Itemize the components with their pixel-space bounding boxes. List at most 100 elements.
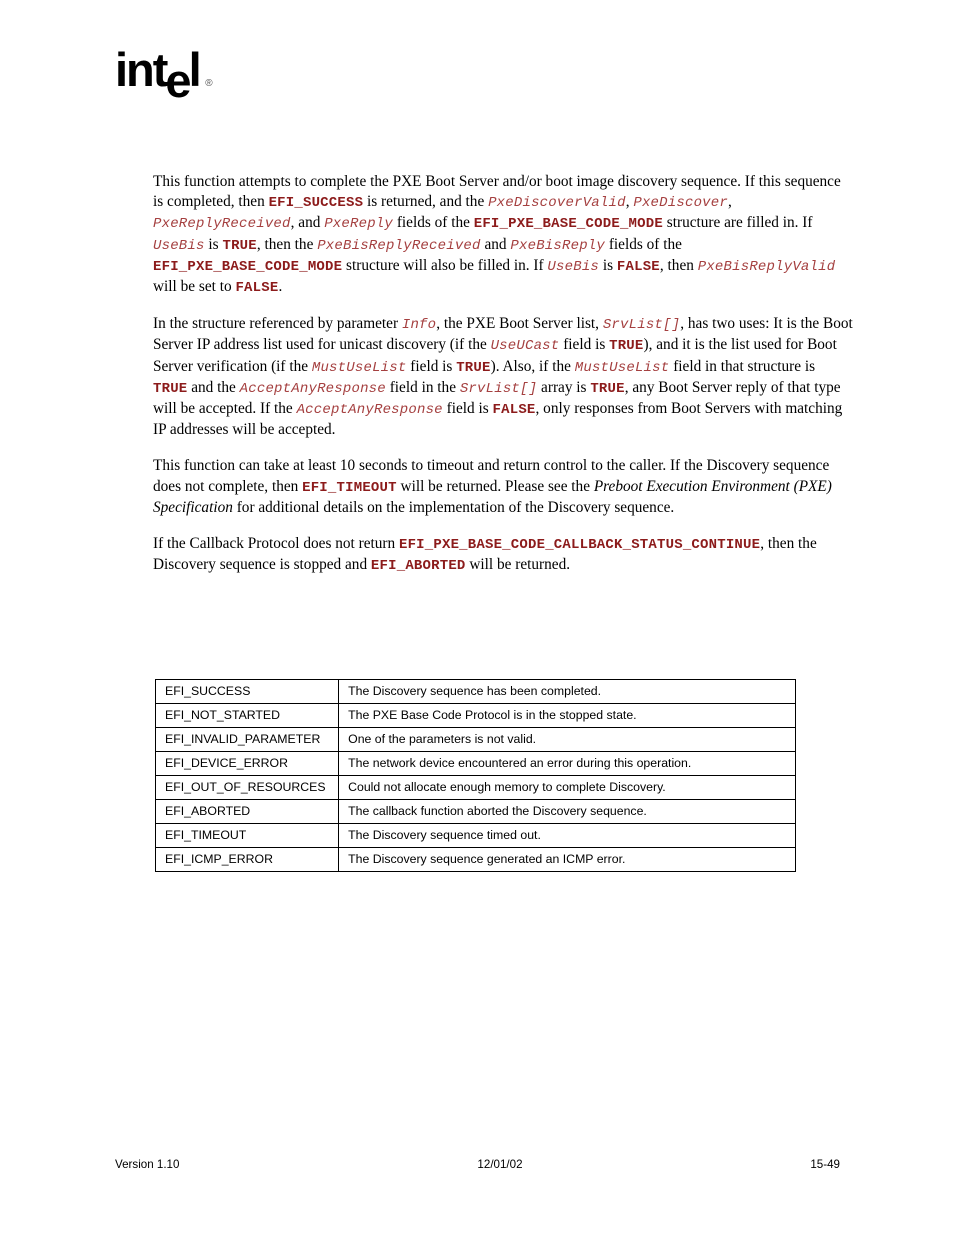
code-efi-timeout: EFI_TIMEOUT	[302, 479, 397, 496]
text-segment: array is	[537, 378, 591, 396]
paragraph-srvlist-uses: In the structure referenced by parameter…	[153, 314, 853, 440]
table-row: EFI_TIMEOUT The Discovery sequence timed …	[154, 823, 796, 848]
text-segment: structure are filled in. If	[662, 214, 813, 232]
text-segment: , then	[659, 256, 698, 274]
page-footer: Version 1.10 12/01/02 15-49	[115, 1158, 840, 1171]
text-segment: and	[480, 235, 511, 253]
text-segment: will be returned.	[465, 556, 571, 574]
code-true-p2c: TRUE	[153, 380, 188, 397]
code-true-p2a: TRUE	[609, 338, 644, 355]
status-codes-table-body: EFI_SUCCESS The Discovery sequence has be…	[154, 679, 796, 872]
code-acceptanyresponse-2: AcceptAnyResponse	[296, 402, 443, 419]
text-segment: will be set to	[153, 278, 236, 296]
code-false: FALSE	[616, 258, 660, 275]
status-code-cell: EFI_DEVICE_ERROR	[154, 751, 340, 776]
code-usebis: UseBis	[153, 237, 205, 254]
paragraph-timeout-behavior: This function can take at least 10 secon…	[153, 456, 853, 518]
code-efi-pxe-base-code-mode: EFI_PXE_BASE_CODE_MODE	[473, 216, 663, 233]
paragraph-discovery-sequence: This function attempts to complete the P…	[153, 172, 853, 298]
code-pxereplyreceived: PxeReplyReceived	[153, 216, 291, 233]
table-row: EFI_INVALID_PARAMETER One of the paramete…	[154, 727, 796, 752]
code-srvlist: SrvList[]	[602, 317, 681, 334]
status-description-cell: The Discovery sequence timed out.	[338, 823, 796, 848]
code-efi-pxe-base-code-mode-2: EFI_PXE_BASE_CODE_MODE	[153, 258, 343, 275]
text-segment: for additional details on the implementa…	[232, 498, 675, 516]
code-pxediscovervalid: PxeDiscoverValid	[488, 195, 626, 212]
status-description-cell: Could not allocate enough memory to comp…	[338, 775, 796, 800]
text-segment: field in that structure is	[669, 357, 816, 375]
code-pxediscover: PxeDiscover	[633, 195, 728, 212]
status-code-cell: EFI_NOT_STARTED	[154, 703, 340, 728]
code-false-2: FALSE	[235, 280, 279, 297]
text-segment: field is	[559, 336, 610, 354]
code-info: Info	[401, 317, 437, 334]
text-segment: and the	[187, 378, 240, 396]
code-mustuselist-2: MustUseList	[574, 359, 670, 376]
status-codes-table: EFI_SUCCESS The Discovery sequence has be…	[154, 679, 796, 872]
status-code-cell: EFI_TIMEOUT	[154, 823, 340, 848]
code-true-p2b: TRUE	[456, 359, 491, 376]
code-useucast: UseUCast	[490, 338, 560, 355]
text-segment: .	[278, 278, 283, 296]
text-segment: fields of the	[605, 235, 682, 253]
text-segment: field is	[406, 357, 457, 375]
text-segment: field in the	[385, 378, 460, 396]
code-efi-pxe-base-code-callback-status-continue: EFI_PXE_BASE_CODE_CALLBACK_STATUS_CONTIN…	[398, 537, 761, 554]
status-code-cell: EFI_ICMP_ERROR	[154, 847, 340, 872]
code-false-p2: FALSE	[492, 402, 536, 419]
status-description-cell: One of the parameters is not valid.	[338, 727, 796, 752]
document-body: This function attempts to complete the P…	[153, 172, 853, 576]
logo-text-int: int	[115, 43, 168, 96]
status-description-cell: The Discovery sequence has been complete…	[338, 679, 796, 704]
code-true: TRUE	[222, 237, 257, 254]
code-srvlist-2: SrvList[]	[459, 380, 538, 397]
text-segment: structure will also be filled in. If	[342, 256, 548, 274]
status-code-cell: EFI_OUT_OF_RESOURCES	[154, 775, 340, 800]
code-pxereply: PxeReply	[324, 216, 393, 233]
text-segment: will be returned. Please see the	[396, 477, 594, 495]
code-usebis-2: UseBis	[547, 258, 600, 275]
logo-text-e: e	[165, 54, 191, 107]
text-segment: is returned, and the	[363, 193, 489, 211]
text-segment: field is	[442, 400, 493, 418]
table-row: EFI_SUCCESS The Discovery sequence has be…	[154, 679, 796, 704]
status-code-cell: EFI_INVALID_PARAMETER	[154, 727, 340, 752]
text-segment: , then the	[256, 235, 318, 253]
status-code-cell: EFI_ABORTED	[154, 799, 340, 824]
footer-page-number: 15-49	[810, 1158, 840, 1171]
code-efi-aborted: EFI_ABORTED	[370, 558, 466, 575]
text-segment: , the PXE Boot Server list,	[436, 315, 603, 333]
table-row: EFI_NOT_STARTED The PXE Base Code Protoco…	[154, 703, 796, 728]
text-segment: is	[204, 235, 223, 253]
code-true-p2d: TRUE	[590, 380, 625, 397]
status-description-cell: The Discovery sequence generated an ICMP…	[338, 847, 796, 872]
code-pxebisreply: PxeBisReply	[510, 237, 606, 254]
intel-logo: intel ®	[115, 43, 213, 104]
table-row: EFI_DEVICE_ERROR The network device encou…	[154, 751, 796, 776]
code-pxebisreplyvalid: PxeBisReplyValid	[697, 258, 836, 275]
status-description-cell: The PXE Base Code Protocol is in the sto…	[338, 703, 796, 728]
code-efi-success: EFI_SUCCESS	[268, 195, 364, 212]
registered-trademark-icon: ®	[205, 78, 213, 89]
code-acceptanyresponse: AcceptAnyResponse	[239, 380, 386, 397]
text-segment: ,	[727, 193, 732, 211]
page-header: intel ®	[115, 46, 875, 116]
text-segment: , and	[290, 214, 325, 232]
table-row: EFI_OUT_OF_RESOURCES Could not allocate e…	[154, 775, 796, 800]
footer-version: Version 1.10	[115, 1158, 180, 1171]
text-segment: fields of the	[393, 214, 474, 232]
text-segment: In the structure referenced by parameter	[153, 315, 402, 333]
table-row: EFI_ABORTED The callback function aborted…	[154, 799, 796, 824]
logo-text-l: l	[188, 43, 202, 96]
text-segment: is	[599, 256, 617, 274]
status-code-cell: EFI_SUCCESS	[154, 679, 340, 704]
text-segment: ). Also, if the	[490, 357, 575, 375]
footer-date: 12/01/02	[477, 1158, 523, 1171]
code-pxebisreplyreceived: PxeBisReplyReceived	[317, 237, 481, 254]
paragraph-callback-abort: If the Callback Protocol does not return…	[153, 534, 853, 576]
text-segment: If the Callback Protocol does not return	[153, 535, 399, 553]
table-row: EFI_ICMP_ERROR The Discovery sequence gen…	[154, 847, 796, 872]
code-mustuselist: MustUseList	[311, 359, 407, 376]
status-description-cell: The callback function aborted the Discov…	[338, 799, 796, 824]
status-description-cell: The network device encountered an error …	[338, 751, 796, 776]
